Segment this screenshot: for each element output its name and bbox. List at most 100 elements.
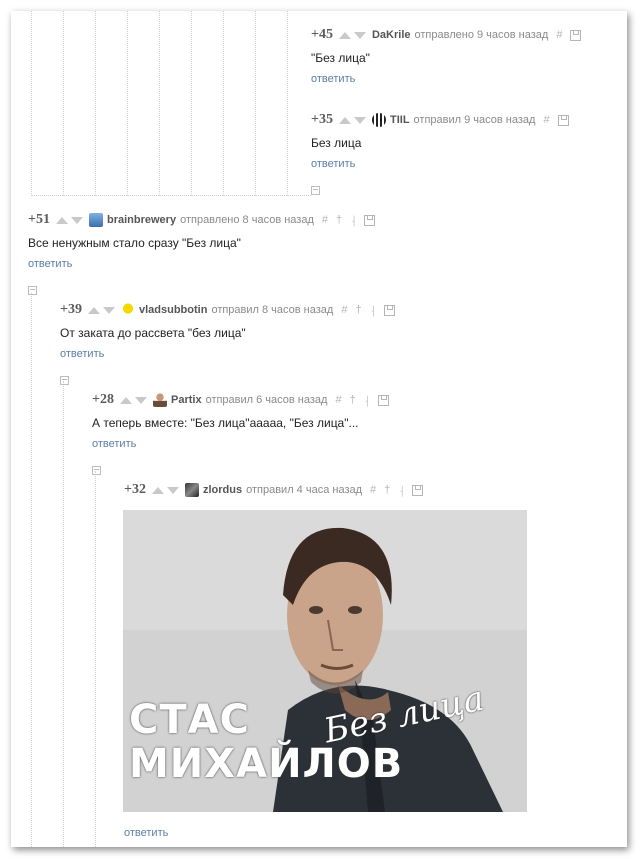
comments-frame: +45 DaKrile отправлено 9 часов назад # "…	[11, 11, 627, 847]
thread-line	[63, 11, 64, 196]
upvote-arrow-icon[interactable]	[55, 216, 68, 224]
comment-text: Все ненужным стало сразу "Без лица"	[28, 236, 241, 250]
collapse-icon[interactable]: −	[311, 186, 320, 195]
thread-line	[255, 11, 256, 196]
comment-meta: +45 DaKrile отправлено 9 часов назад #	[311, 27, 582, 43]
comment-text: А теперь вместе: "Без лица"ааааа, "Без л…	[92, 416, 359, 430]
comment-rating: +45	[311, 27, 333, 42]
thread-line	[31, 11, 32, 196]
reply-link[interactable]: ответить	[92, 438, 136, 450]
thread-line	[287, 11, 288, 196]
tree-icon[interactable]: ⸡	[364, 393, 370, 408]
comment-author[interactable]: Partix	[171, 394, 202, 406]
downvote-arrow-icon[interactable]	[166, 486, 179, 494]
avatar[interactable]	[184, 483, 199, 497]
avatar[interactable]	[88, 213, 103, 227]
hash-icon[interactable]: #	[322, 214, 328, 226]
comment-time: отправлено 9 часов назад	[414, 29, 549, 41]
comment-time: отправил 8 часов назад	[211, 304, 334, 316]
tree-icon[interactable]: ⸡	[370, 303, 376, 318]
comment-time: отправлено 8 часов назад	[180, 214, 314, 226]
comment-rating: +39	[60, 302, 82, 317]
thread-line	[223, 11, 224, 196]
image-title-line1: СТАС	[129, 697, 250, 743]
hash-icon[interactable]: #	[335, 394, 341, 406]
downvote-arrow-icon[interactable]	[353, 116, 366, 124]
comment-meta: +35 TIIL отправил 9 часов назад #	[311, 112, 569, 128]
pin-icon[interactable]: †	[350, 394, 356, 406]
hash-icon[interactable]: #	[543, 114, 549, 126]
image-title-line2: МИХАЙЛОВ	[129, 741, 404, 787]
downvote-arrow-icon[interactable]	[102, 306, 115, 314]
upvote-arrow-icon[interactable]	[338, 31, 351, 39]
thread-line	[63, 381, 64, 847]
pin-icon[interactable]: †	[355, 304, 361, 316]
comment-rating: +51	[28, 212, 50, 227]
avatar[interactable]	[152, 393, 167, 407]
comment-author[interactable]: DaKrile	[372, 29, 411, 41]
upvote-arrow-icon[interactable]	[338, 116, 351, 124]
thread-line	[31, 293, 32, 847]
hash-icon[interactable]: #	[370, 484, 376, 496]
comment-time: отправил 9 часов назад	[413, 114, 536, 126]
thread-line	[191, 11, 192, 196]
reply-link[interactable]: ответить	[311, 73, 355, 85]
collapse-icon[interactable]: −	[60, 376, 69, 385]
downvote-arrow-icon[interactable]	[134, 396, 147, 404]
reply-link[interactable]: ответить	[60, 348, 104, 360]
avatar[interactable]	[371, 113, 386, 127]
comment: +51 brainbrewery отправлено 8 часов наза…	[28, 212, 376, 295]
save-icon[interactable]	[557, 114, 569, 126]
comment-text: Без лица	[311, 136, 362, 150]
reply-link[interactable]: ответить	[311, 158, 355, 170]
comment: +35 TIIL отправил 9 часов назад # Без ли…	[311, 112, 569, 195]
save-icon[interactable]	[570, 29, 582, 41]
collapse-icon[interactable]: −	[92, 466, 101, 475]
upvote-arrow-icon[interactable]	[87, 306, 100, 314]
tree-icon[interactable]: ⸡	[350, 213, 356, 228]
avatar[interactable]	[120, 303, 135, 317]
reply-link[interactable]: ответить	[124, 827, 168, 839]
comment-meta: +32 zlordus отправил 4 часа назад # † ⸡	[124, 482, 424, 498]
tree-icon[interactable]: ⸡	[398, 483, 404, 498]
save-icon[interactable]	[383, 304, 395, 316]
comment-author[interactable]: brainbrewery	[107, 214, 176, 226]
comment-author[interactable]: vladsubbotin	[139, 304, 207, 316]
comment-meta: +28 Partix отправил 6 часов назад # † ⸡	[92, 392, 389, 408]
thread-line	[95, 471, 96, 847]
thread-line	[127, 11, 128, 196]
thread-line	[95, 11, 96, 196]
comment: +45 DaKrile отправлено 9 часов назад # "…	[311, 27, 582, 87]
upvote-arrow-icon[interactable]	[119, 396, 132, 404]
comment-author[interactable]: TIIL	[390, 114, 410, 126]
image-title: СТАС МИХАЙЛОВ	[129, 700, 403, 784]
comment-rating: +28	[92, 392, 114, 407]
comment-time: отправил 4 часа назад	[246, 484, 363, 496]
hash-icon[interactable]: #	[556, 29, 562, 41]
comment-rating: +35	[311, 112, 333, 127]
save-icon[interactable]	[377, 394, 389, 406]
comment-author[interactable]: zlordus	[203, 484, 242, 496]
pin-icon[interactable]: †	[384, 484, 390, 496]
comment: +39 vladsubbotin отправил 8 часов назад …	[60, 302, 395, 385]
collapse-icon[interactable]: −	[28, 286, 37, 295]
comment-text: От заката до рассвета "без лица"	[60, 326, 246, 340]
save-icon[interactable]	[364, 214, 376, 226]
comment-time: отправил 6 часов назад	[205, 394, 328, 406]
comment: +28 Partix отправил 6 часов назад # † ⸡ …	[92, 392, 389, 475]
comment-image[interactable]: Без лица СТАС МИХАЙЛОВ	[123, 510, 527, 812]
comment-text: "Без лица"	[311, 51, 370, 65]
downvote-arrow-icon[interactable]	[353, 31, 366, 39]
comment-meta: +51 brainbrewery отправлено 8 часов наза…	[28, 212, 376, 228]
pin-icon[interactable]: †	[336, 214, 342, 226]
upvote-arrow-icon[interactable]	[151, 486, 164, 494]
downvote-arrow-icon[interactable]	[70, 216, 83, 224]
thread-line	[31, 195, 311, 196]
thread-line	[159, 11, 160, 196]
comment-meta: +39 vladsubbotin отправил 8 часов назад …	[60, 302, 395, 318]
reply-link[interactable]: ответить	[28, 258, 72, 270]
save-icon[interactable]	[412, 484, 424, 496]
comment-rating: +32	[124, 482, 146, 497]
hash-icon[interactable]: #	[341, 304, 347, 316]
comment: +32 zlordus отправил 4 часа назад # † ⸡	[124, 482, 424, 498]
